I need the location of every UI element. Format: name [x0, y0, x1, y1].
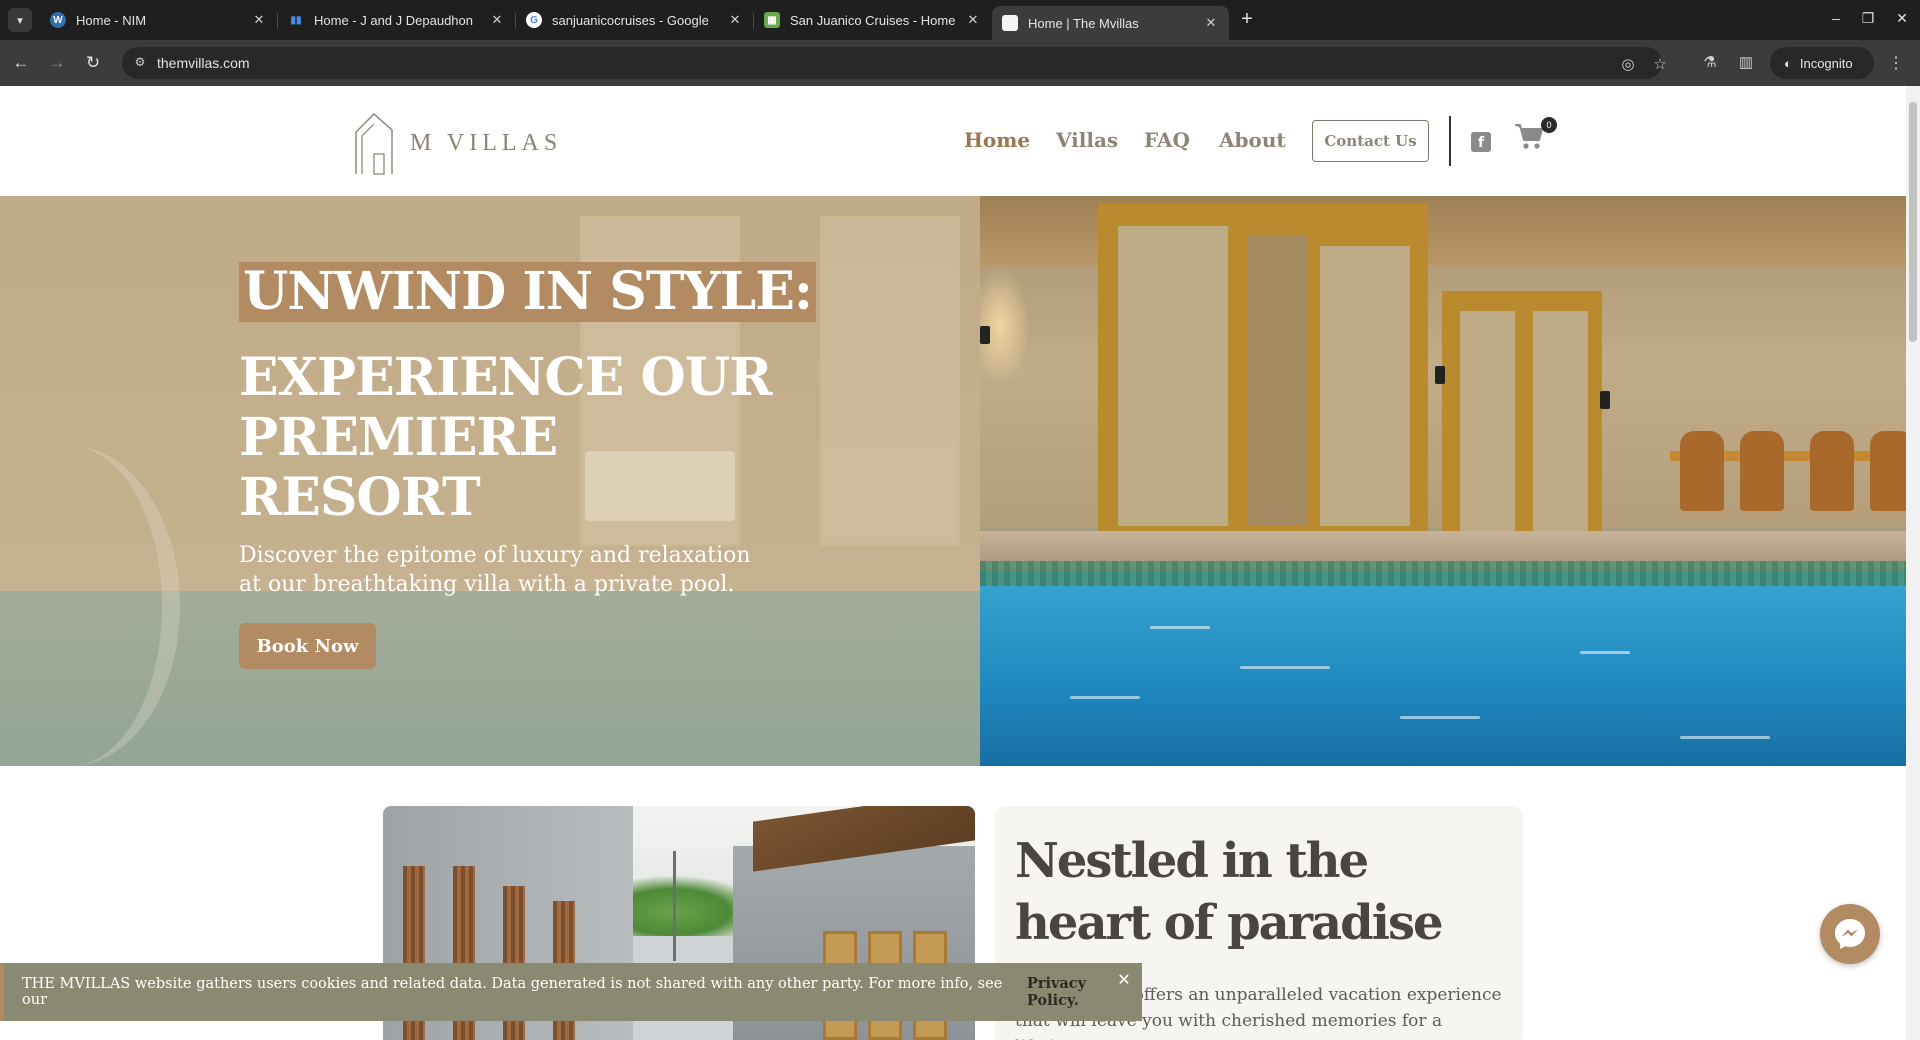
close-tab-icon[interactable]: ✕: [489, 12, 505, 28]
incognito-label: Incognito: [1799, 55, 1853, 71]
back-icon[interactable]: ←: [10, 52, 32, 74]
close-window-icon[interactable]: ✕: [1892, 10, 1912, 27]
site-header: M VILLAS Home Villas FAQ About Contact U…: [0, 86, 1906, 196]
menu-kebab-icon[interactable]: ⋮: [1888, 53, 1904, 73]
browser-tab[interactable]: W Home - NIM ✕: [40, 6, 277, 34]
hero-headline: EXPERIENCE OUR PREMIERE RESORT: [239, 347, 772, 528]
bars-icon: ▮▮: [290, 14, 302, 26]
house-logo-icon: [355, 113, 393, 175]
cart-count-badge: 0: [1541, 117, 1557, 133]
tab-title: Home - J and J Depaudhon: [314, 12, 473, 28]
page-scrollbar[interactable]: [1906, 86, 1920, 1040]
cookie-banner: THE MVILLAS website gathers users cookie…: [0, 963, 1142, 1021]
new-tab-button[interactable]: +: [1235, 8, 1259, 31]
address-bar[interactable]: ⚙ themvillas.com ◎ ☆: [122, 47, 1667, 79]
close-tab-icon[interactable]: ✕: [1203, 15, 1219, 31]
tab-search-button[interactable]: ▾: [8, 8, 32, 32]
incognito-icon: ◐: [1784, 55, 1792, 71]
site-logo[interactable]: M VILLAS: [352, 110, 562, 176]
tab-title: Home - NIM: [76, 12, 147, 28]
close-tab-icon[interactable]: ✕: [727, 12, 743, 28]
site-info-icon[interactable]: ⚙: [132, 55, 148, 71]
cart-icon[interactable]: [1514, 122, 1544, 150]
nav-faq[interactable]: FAQ: [1144, 128, 1190, 152]
eye-off-icon[interactable]: ◎: [1619, 55, 1637, 73]
minimize-icon[interactable]: –: [1826, 10, 1846, 26]
browser-tab-active[interactable]: Home | The Mvillas ✕: [992, 6, 1229, 40]
labs-icon[interactable]: ⚗: [1700, 53, 1720, 71]
cookie-close-icon[interactable]: ✕: [1116, 970, 1132, 990]
page-viewport: M VILLAS Home Villas FAQ About Contact U…: [0, 86, 1906, 1040]
logo-wordmark: M VILLAS: [410, 129, 563, 156]
restore-icon[interactable]: ❐: [1858, 10, 1878, 27]
hero-pool-image: [980, 196, 1906, 766]
hero-section: UNWIND IN STYLE: EXPERIENCE OUR PREMIERE…: [0, 196, 1906, 766]
messenger-chat-button[interactable]: [1820, 904, 1880, 964]
book-now-button[interactable]: Book Now: [239, 623, 376, 669]
browser-tab[interactable]: G sanjuanicocruises - Google ✕: [516, 6, 753, 34]
star-icon[interactable]: ☆: [1651, 55, 1669, 73]
nav-home[interactable]: Home: [964, 128, 1030, 152]
header-divider: [1449, 116, 1451, 166]
messenger-icon: [1835, 919, 1865, 949]
browser-tab-strip: ▾ W Home - NIM ✕ ▮▮ Home - J and J Depau…: [0, 0, 1920, 40]
chevron-down-icon: ▾: [17, 14, 23, 27]
nav-villas[interactable]: Villas: [1056, 128, 1118, 152]
tab-title: Home | The Mvillas: [1028, 15, 1139, 31]
close-tab-icon[interactable]: ✕: [965, 12, 981, 28]
tab-title: sanjuanicocruises - Google: [552, 12, 709, 28]
browser-tab[interactable]: ▮▮ Home - J and J Depaudhon ✕: [278, 6, 515, 34]
wordpress-icon: W: [50, 12, 66, 28]
reload-icon[interactable]: ↻: [82, 52, 104, 74]
sheet-icon: ▦: [764, 12, 780, 28]
browser-toolbar: ← → ↻ ⚙ themvillas.com ◎ ☆ ⚗ ▥ ◐ Incogni…: [0, 40, 1920, 86]
url-text[interactable]: themvillas.com: [157, 55, 250, 71]
incognito-badge[interactable]: ◐ Incognito: [1770, 47, 1874, 79]
nav-about[interactable]: About: [1219, 128, 1286, 152]
scrollbar-thumb[interactable]: [1909, 102, 1917, 342]
forward-icon[interactable]: →: [46, 52, 68, 74]
browser-tab[interactable]: ▦ San Juanico Cruises - Home ✕: [754, 6, 991, 34]
side-panel-icon[interactable]: ▥: [1736, 53, 1756, 71]
hero-highlight-heading: UNWIND IN STYLE:: [239, 262, 817, 322]
cookie-text: THE MVILLAS website gathers users cookie…: [22, 976, 1003, 1008]
close-tab-icon[interactable]: ✕: [251, 12, 267, 28]
tab-title: San Juanico Cruises - Home: [790, 12, 956, 28]
blank-page-icon: [1002, 15, 1018, 31]
google-icon: G: [526, 12, 542, 28]
contact-us-button[interactable]: Contact Us: [1312, 120, 1429, 162]
facebook-icon[interactable]: f: [1471, 132, 1491, 152]
hero-subtitle: Discover the epitome of luxury and relax…: [239, 543, 751, 597]
about-title: Nestled in the heart of paradise: [1015, 833, 1444, 951]
